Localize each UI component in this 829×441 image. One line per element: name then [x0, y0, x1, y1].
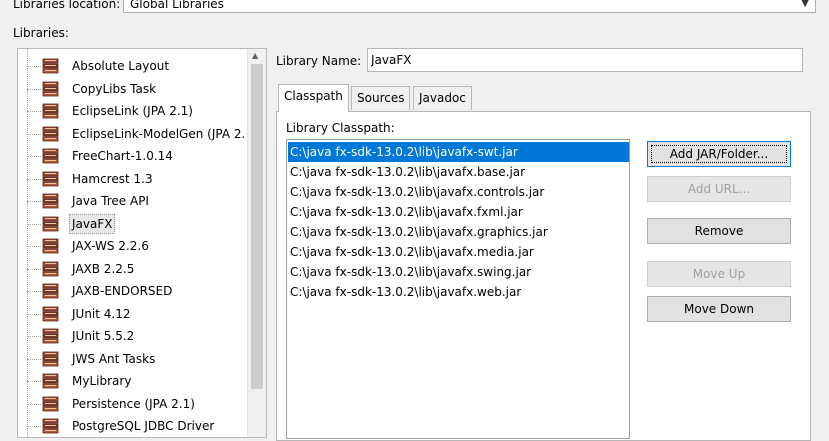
library-item[interactable]: CopyLibs Task [18, 78, 248, 101]
tree-connector [27, 291, 41, 292]
library-item[interactable]: Hamcrest 1.3 [18, 168, 248, 191]
classpath-entry[interactable]: C:\java fx-sdk-13.0.2\lib\javafx.fxml.ja… [288, 202, 629, 222]
tree-connector [27, 268, 41, 270]
library-books-icon [42, 103, 59, 119]
classpath-entry[interactable]: C:\java fx-sdk-13.0.2\lib\javafx.base.ja… [288, 162, 629, 182]
library-item[interactable]: EclipseLink-ModelGen (JPA 2. [18, 123, 248, 146]
tree-connector [27, 246, 41, 247]
classpath-entry[interactable]: C:\java fx-sdk-13.0.2\lib\javafx.control… [288, 182, 629, 202]
library-item-label: Absolute Layout [72, 59, 170, 73]
libraries-label: Libraries: [13, 26, 69, 40]
library-list[interactable]: Absolute Layout CopyLibs Task EclipseLink … [17, 48, 267, 438]
library-books-icon [42, 216, 59, 232]
library-classpath-label: Library Classpath: [286, 121, 395, 135]
add-jar-folder-button[interactable]: Add JAR/Folder... [647, 141, 791, 167]
library-item[interactable]: JWS Ant Tasks [18, 348, 248, 371]
library-item-label: JAX-WS 2.2.6 [72, 239, 149, 253]
library-item-label: Java Tree API [72, 194, 149, 208]
library-item[interactable]: JUnit 4.12 [18, 303, 248, 326]
tab-classpath[interactable]: Classpath [278, 84, 349, 112]
move-down-button[interactable]: Move Down [647, 296, 791, 322]
library-name-input[interactable] [367, 48, 803, 72]
library-item-label: JUnit 5.5.2 [72, 329, 135, 343]
library-books-icon [42, 81, 59, 97]
library-list-scrollbar[interactable]: ▲ [247, 49, 266, 437]
tree-connector [27, 111, 41, 112]
tree-connector [27, 403, 41, 405]
library-books-icon [42, 328, 59, 344]
library-books-icon [42, 58, 59, 74]
scroll-up-icon[interactable]: ▲ [252, 51, 258, 60]
classpath-entry[interactable]: C:\java fx-sdk-13.0.2\lib\javafx-swt.jar [288, 142, 629, 162]
focus-ring [651, 145, 787, 163]
tree-connector [27, 313, 41, 315]
classpath-entry[interactable]: C:\java fx-sdk-13.0.2\lib\javafx.media.j… [288, 242, 629, 262]
library-item[interactable]: Absolute Layout [18, 55, 248, 78]
library-books-icon [42, 148, 59, 164]
library-books-icon [42, 306, 59, 322]
classpath-list[interactable]: C:\java fx-sdk-13.0.2\lib\javafx-swt.jar… [286, 139, 630, 439]
add-url-button[interactable]: Add URL... [647, 176, 791, 202]
tab-sources[interactable]: Sources [351, 86, 411, 110]
library-item[interactable]: JUnit 5.5.2 [18, 325, 248, 348]
chevron-down-icon[interactable]: ▼ [801, 0, 809, 13]
library-item-label: JAXB 2.2.5 [72, 261, 135, 276]
classpath-entry[interactable]: C:\java fx-sdk-13.0.2\lib\javafx.swing.j… [288, 262, 629, 282]
library-item-label: EclipseLink (JPA 2.1) [72, 104, 193, 118]
classpath-entry[interactable]: C:\java fx-sdk-13.0.2\lib\javafx.web.jar [288, 282, 629, 302]
library-item[interactable]: JAX-WS 2.2.6 [18, 235, 248, 258]
scroll-thumb[interactable] [251, 64, 263, 389]
library-books-icon [42, 126, 59, 142]
tree-connector [27, 426, 41, 427]
libraries-location-label: Libraries location: [13, 0, 121, 11]
library-books-icon [42, 418, 59, 434]
tree-connector [27, 66, 41, 67]
library-item[interactable]: JavaFX [18, 213, 248, 236]
library-books-icon [42, 373, 59, 389]
library-item-label: CopyLibs Task [72, 81, 157, 96]
library-item-label: Persistence (JPA 2.1) [72, 396, 195, 411]
remove-button[interactable]: Remove [647, 218, 791, 244]
tree-connector [27, 336, 41, 337]
library-books-icon [42, 351, 59, 367]
tree-connector [27, 133, 41, 135]
classpath-entry[interactable]: C:\java fx-sdk-13.0.2\lib\javafx.graphic… [288, 222, 629, 242]
library-books-icon [42, 283, 59, 299]
library-item-label: MyLibrary [72, 374, 132, 388]
library-item-label: JUnit 4.12 [72, 306, 131, 321]
library-item-label: JavaFX [69, 213, 116, 234]
library-books-icon [42, 193, 59, 209]
library-item[interactable]: Persistence (JPA 2.1) [18, 393, 248, 416]
library-item[interactable]: Java Tree API [18, 190, 248, 213]
library-books-icon [42, 261, 59, 277]
libraries-location-value: Global Libraries [130, 0, 224, 11]
move-up-button[interactable]: Move Up [647, 261, 791, 287]
tree-connector [27, 201, 41, 202]
library-books-icon [42, 396, 59, 412]
tree-connector [27, 178, 41, 180]
library-item[interactable]: FreeChart-1.0.14 [18, 145, 248, 168]
library-item[interactable]: JAXB 2.2.5 [18, 258, 248, 281]
library-books-icon [42, 171, 59, 187]
libraries-location-select[interactable]: Global Libraries ▼ [123, 0, 816, 13]
tree-connector [27, 88, 41, 90]
tree-connector [27, 381, 41, 382]
library-item-label: FreeChart-1.0.14 [72, 149, 173, 163]
library-books-icon [42, 238, 59, 254]
library-item-label: Hamcrest 1.3 [72, 171, 153, 186]
tree-connector [27, 358, 41, 360]
tree-connector [27, 223, 41, 225]
tree-connector [27, 156, 41, 157]
library-item-label: JWS Ant Tasks [72, 351, 156, 366]
library-item-label: JAXB-ENDORSED [72, 284, 173, 298]
library-item-label: PostgreSQL JDBC Driver [72, 419, 215, 433]
library-item[interactable]: EclipseLink (JPA 2.1) [18, 100, 248, 123]
library-item[interactable]: MyLibrary [18, 370, 248, 393]
library-item-label: EclipseLink-ModelGen (JPA 2. [72, 126, 246, 141]
library-item[interactable]: PostgreSQL JDBC Driver [18, 415, 248, 437]
library-name-label: Library Name: [276, 54, 362, 68]
library-item[interactable]: JAXB-ENDORSED [18, 280, 248, 303]
tab-javadoc[interactable]: Javadoc [413, 86, 472, 110]
